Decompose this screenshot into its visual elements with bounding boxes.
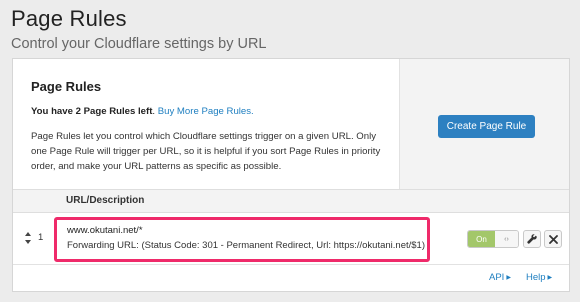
quota-line: You have 2 Page Rules left. Buy More Pag… [31, 106, 381, 117]
table-header: URL/Description [13, 189, 569, 213]
drag-handle-icon-svg [25, 232, 31, 244]
rule-description: Forwarding URL: (Status Code: 301 - Perm… [67, 240, 425, 251]
help-link-label: Help [526, 272, 546, 283]
quota-count: You have 2 Page Rules left [31, 106, 153, 117]
delete-rule-button[interactable] [544, 230, 562, 248]
rule-status-toggle[interactable]: On ‹› [467, 230, 519, 248]
api-link-label: API [489, 272, 505, 283]
column-header-url: URL/Description [66, 195, 145, 206]
close-icon [548, 234, 558, 244]
rule-priority: 1 [38, 232, 44, 243]
wrench-icon [527, 234, 537, 244]
card-intro: Page Rules You have 2 Page Rules left. B… [13, 59, 569, 189]
quota-period: . [152, 106, 156, 117]
page-title: Page Rules [11, 6, 127, 31]
api-link[interactable]: API ▶ [489, 272, 511, 283]
create-page-rule-button[interactable]: Create Page Rule [437, 114, 536, 138]
table-row: 1 www.okutani.net/* Forwarding URL: (Sta… [13, 213, 569, 265]
toggle-knob: ‹› [495, 231, 518, 247]
card-actions: Create Page Rule [399, 59, 569, 189]
drag-handle-icon[interactable] [24, 231, 32, 245]
card-heading: Page Rules [31, 79, 102, 94]
footer-links: API ▶ Help ▶ [13, 267, 569, 291]
page-subtitle: Control your Cloudflare settings by URL [11, 36, 267, 52]
edit-rule-button[interactable] [523, 230, 541, 248]
toggle-on-label: On [468, 231, 495, 247]
buy-more-link[interactable]: Buy More Page Rules. [158, 106, 254, 117]
rule-url: www.okutani.net/* [67, 225, 143, 236]
caret-right-icon: ▶ [506, 275, 511, 281]
card-description: Page Rules let you control which Cloudfl… [31, 131, 381, 172]
card-intro-text: Page Rules You have 2 Page Rules left. B… [13, 59, 399, 189]
caret-right-icon: ▶ [547, 275, 553, 281]
help-link[interactable]: Help ▶ [526, 272, 552, 283]
page-rules-card: Page Rules You have 2 Page Rules left. B… [12, 58, 570, 292]
